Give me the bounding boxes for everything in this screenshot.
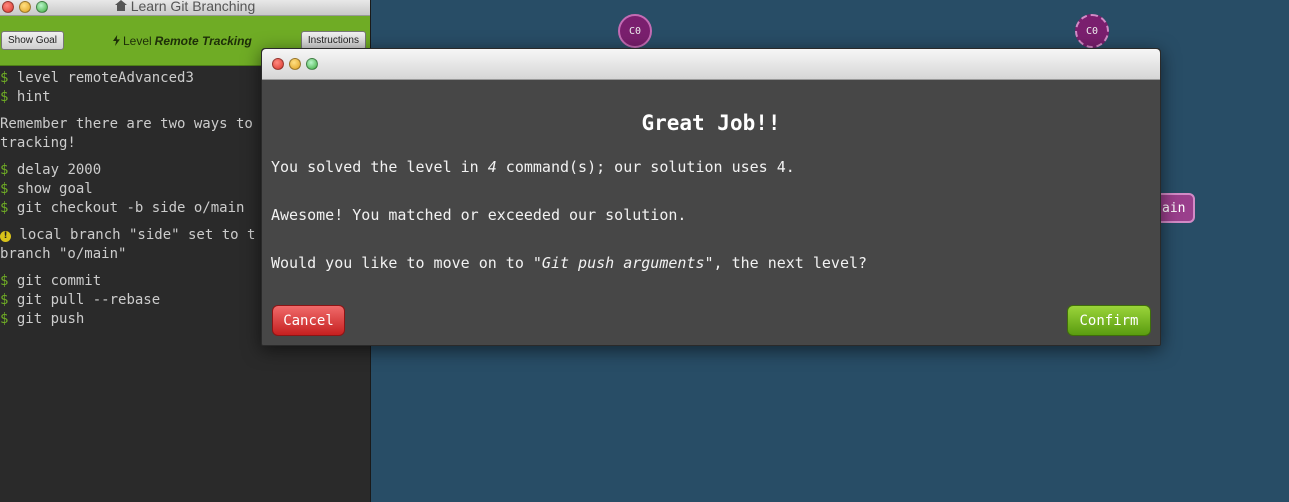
window-title-text: Learn Git Branching [130, 0, 256, 14]
level-complete-dialog: Great Job!! You solved the level in 4 co… [261, 48, 1161, 346]
close-window-icon[interactable] [2, 1, 14, 13]
terminal-titlebar: Learn Git Branching [0, 0, 370, 16]
warning-icon: ! [0, 231, 11, 242]
home-icon [114, 0, 127, 11]
lightning-icon [112, 35, 120, 46]
level-indicator: Level Remote Tracking [112, 33, 252, 48]
cancel-button[interactable]: Cancel [272, 305, 345, 336]
dialog-content: Great Job!! You solved the level in 4 co… [262, 111, 1160, 273]
dialog-window-controls [272, 58, 318, 70]
maximize-window-icon[interactable] [36, 1, 48, 13]
command-count: 4 [487, 158, 497, 176]
next-level-name: "Git push arguments" [532, 254, 714, 272]
confirm-button[interactable]: Confirm [1067, 305, 1151, 336]
commit-node-remote[interactable]: C0 [1075, 14, 1109, 48]
dialog-buttons: Cancel Confirm [272, 305, 1151, 336]
solution-feedback: Awesome! You matched or exceeded our sol… [271, 206, 687, 224]
show-goal-button[interactable]: Show Goal [1, 31, 64, 50]
level-name: Remote Tracking [154, 33, 252, 48]
minimize-dialog-icon[interactable] [289, 58, 301, 70]
branch-label-text: ain [1162, 200, 1186, 216]
solution-summary: You solved the level in 4 command(s); ou… [271, 158, 795, 176]
commit-node-local[interactable]: C0 [618, 14, 652, 48]
maximize-dialog-icon[interactable] [306, 58, 318, 70]
window-title: Learn Git Branching [114, 0, 256, 14]
minimize-window-icon[interactable] [19, 1, 31, 13]
close-dialog-icon[interactable] [272, 58, 284, 70]
dialog-heading: Great Job!! [641, 111, 781, 135]
dialog-titlebar [262, 49, 1160, 80]
window-controls [2, 1, 48, 13]
next-level-prompt: Would you like to move on to "Git push a… [271, 254, 868, 272]
level-prefix: Level [122, 33, 152, 48]
